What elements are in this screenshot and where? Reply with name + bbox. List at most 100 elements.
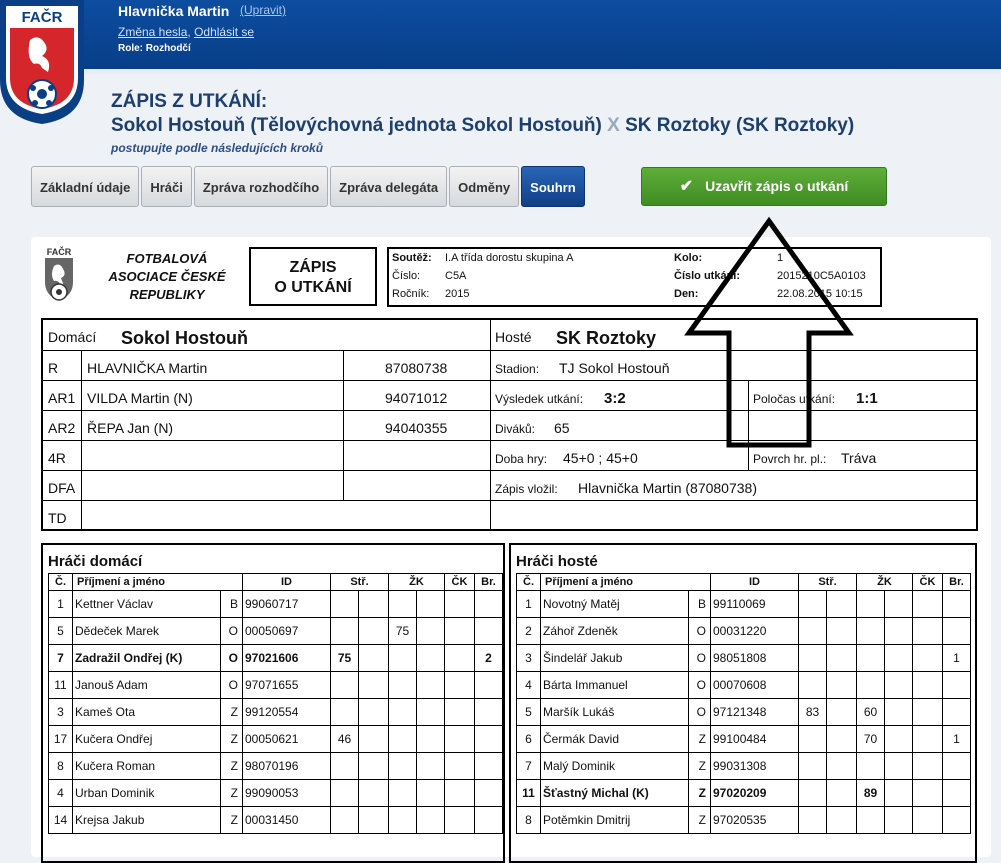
official-id: 94071012	[385, 390, 448, 406]
edit-profile-link[interactable]: (Upravit)	[240, 3, 286, 17]
logout-link[interactable]: Odhlásit se	[194, 25, 254, 39]
table-cell	[388, 698, 417, 726]
table-cell	[444, 644, 475, 672]
table-cell: 4	[48, 779, 73, 807]
table-cell	[798, 590, 827, 618]
up-arrow-annotation	[684, 216, 854, 448]
table-cell	[358, 671, 389, 699]
table-cell	[798, 617, 827, 645]
stadium-value: TJ Sokol Hostouň	[559, 360, 670, 376]
table-cell	[330, 671, 359, 699]
table-cell: Z	[220, 725, 243, 753]
table-cell	[416, 806, 445, 834]
table-cell	[798, 671, 827, 699]
stadium-label: Stadion:	[495, 362, 540, 376]
table-cell	[444, 806, 475, 834]
table-cell	[798, 806, 827, 834]
table-cell: 1	[942, 725, 971, 753]
table-cell	[358, 644, 389, 672]
table-cell: Záhoř Zdeněk	[540, 617, 689, 645]
competition-label: Soutěž:	[392, 252, 432, 264]
table-cell: 97121348	[710, 698, 799, 726]
col-number: Č.	[48, 573, 73, 591]
tab-souhrn[interactable]: Souhrn	[521, 166, 585, 207]
tab-zprava-rozhodciho[interactable]: Zpráva rozhodčího	[193, 166, 329, 207]
table-cell: 00031220	[710, 617, 799, 645]
table-cell: 89	[856, 779, 885, 807]
table-cell: 99110069	[710, 590, 799, 618]
table-row: 1 Novotný Matěj B 99110069	[516, 590, 971, 618]
home-team: Sokol Hostouň	[121, 328, 248, 348]
table-cell: Malý Dominik	[540, 752, 689, 780]
table-cell	[942, 752, 971, 780]
table-cell	[416, 590, 445, 618]
change-password-link[interactable]: Změna hesla	[118, 25, 187, 39]
table-cell	[798, 752, 827, 780]
table-cell: 00050621	[242, 725, 331, 753]
table-cell: Janouš Adam	[72, 671, 221, 699]
tab-odmeny[interactable]: Odměny	[449, 166, 520, 207]
table-cell: 1	[48, 590, 73, 618]
table-cell	[942, 671, 971, 699]
table-cell: Novotný Matěj	[540, 590, 689, 618]
table-cell	[444, 725, 475, 753]
table-cell	[826, 806, 857, 834]
step-tabs: Základní údaje Hráči Zpráva rozhodčího Z…	[31, 166, 587, 207]
table-cell: 8	[48, 752, 73, 780]
table-cell	[798, 725, 827, 753]
official-id: 94040355	[385, 420, 448, 436]
federation-name: FOTBALOVÁ ASOCIACE ČESKÉ REPUBLIKY	[108, 251, 226, 302]
close-report-button[interactable]: ✔ Uzavřít zápis o utkání	[641, 167, 887, 206]
table-cell	[856, 752, 885, 780]
tab-hraci[interactable]: Hráči	[141, 166, 192, 207]
official-role: 4R	[48, 450, 66, 466]
table-cell: Kettner Václav	[72, 590, 221, 618]
table-row: 8 Potěmkin Dmitrij Z 97020535	[516, 806, 971, 834]
table-cell	[884, 806, 913, 834]
table-cell	[912, 617, 943, 645]
table-cell	[416, 725, 445, 753]
user-name: Hlavnička Martin	[118, 3, 230, 19]
season-label: Ročník:	[392, 288, 430, 300]
table-cell	[388, 806, 417, 834]
table-row: 5 Maršík Lukáš O 97121348 83 60	[516, 698, 971, 726]
col-number: Č.	[516, 573, 541, 591]
close-report-label: Uzavřít zápis o utkání	[705, 178, 849, 194]
table-row: 11 Janouš Adam O 97071655	[48, 671, 503, 699]
table-cell	[358, 725, 389, 753]
tab-zprava-delegata[interactable]: Zpráva delegáta	[330, 166, 448, 207]
table-cell: Kučera Roman	[72, 752, 221, 780]
table-cell	[330, 617, 359, 645]
table-cell	[416, 752, 445, 780]
table-cell: 8	[516, 806, 541, 834]
table-cell: 99060717	[242, 590, 331, 618]
col-id: ID	[710, 573, 799, 591]
table-cell: O	[688, 617, 711, 645]
table-cell	[884, 617, 913, 645]
table-cell: Čermák David	[540, 725, 689, 753]
table-cell	[474, 698, 503, 726]
table-cell	[856, 806, 885, 834]
table-cell	[474, 779, 503, 807]
table-cell	[826, 617, 857, 645]
versus-mark: X	[607, 115, 620, 136]
table-row: 4 Bárta Immanuel O 00070608	[516, 671, 971, 699]
number-value: C5A	[445, 270, 467, 282]
tab-zakladni-udaje[interactable]: Základní údaje	[31, 166, 140, 207]
table-cell	[942, 590, 971, 618]
col-red: ČK	[444, 573, 475, 591]
table-cell: O	[688, 644, 711, 672]
official-role: TD	[48, 510, 67, 526]
table-cell	[826, 590, 857, 618]
facr-small-logo: FAČR	[45, 246, 73, 301]
table-cell	[798, 644, 827, 672]
table-cell: Maršík Lukáš	[540, 698, 689, 726]
table-cell: 14	[48, 806, 73, 834]
table-cell: 97071655	[242, 671, 331, 699]
table-cell: Šťastný Michal (K)	[540, 779, 689, 807]
facr-logo[interactable]: FAČR	[0, 0, 84, 124]
user-role: Role: Rozhodčí	[118, 43, 191, 54]
table-cell: 2	[516, 617, 541, 645]
table-row: 17 Kučera Ondřej Z 00050621 46	[48, 725, 503, 753]
table-cell	[416, 644, 445, 672]
